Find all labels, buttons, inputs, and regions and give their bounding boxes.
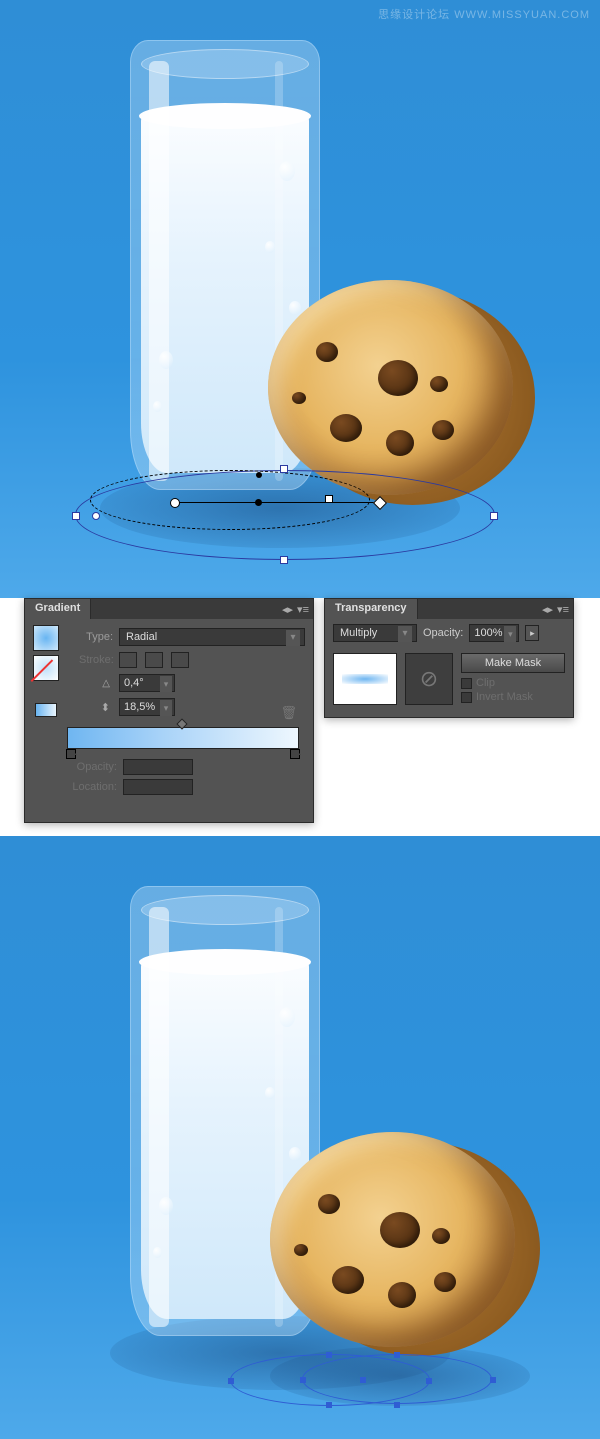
- water-drop: [279, 161, 295, 181]
- opacity-slider-icon[interactable]: ▸: [525, 625, 539, 641]
- anchor-point[interactable]: [490, 512, 498, 520]
- choc-chip: [432, 420, 454, 440]
- gradient-tab[interactable]: Gradient: [25, 599, 91, 619]
- choc-chip: [434, 1272, 456, 1292]
- clip-checkbox[interactable]: [461, 678, 472, 689]
- delete-stop-icon[interactable]: 🗑: [280, 705, 297, 721]
- mask-thumbnail-empty[interactable]: ⊘: [405, 653, 453, 705]
- water-drop: [265, 1087, 275, 1099]
- gradient-type-select[interactable]: Radial: [119, 628, 305, 646]
- artboard-top: 思缘设计论坛 WWW.MISSYUAN.COM: [0, 0, 600, 598]
- transparency-panel: Transparency ◂▸ ▾≡ Multiply Opacity: 100…: [324, 598, 574, 718]
- choc-chip: [316, 342, 338, 362]
- gradient-ramp[interactable]: [67, 727, 299, 749]
- selected-ellipse-2[interactable]: [302, 1354, 492, 1404]
- anchor-point[interactable]: [326, 1402, 332, 1408]
- stroke-mode-1-icon[interactable]: [119, 652, 137, 668]
- water-drop: [289, 1147, 301, 1161]
- choc-chip: [380, 1212, 420, 1248]
- stroke-mode-2-icon[interactable]: [145, 652, 163, 668]
- angle-input[interactable]: 0,4°: [119, 674, 175, 692]
- cookie-front: [268, 280, 513, 495]
- stroke-mode-3-icon[interactable]: [171, 652, 189, 668]
- panel-menu-icon[interactable]: ▾≡: [557, 603, 569, 616]
- anchor-point[interactable]: [490, 1377, 496, 1383]
- choc-chip: [330, 414, 362, 442]
- gradient-stop-left[interactable]: [66, 749, 76, 759]
- panels-area: Gradient ◂▸ ▾≡ Type: Radial Stroke:: [0, 598, 600, 830]
- gradient-annotator[interactable]: [175, 498, 380, 508]
- transparency-tab[interactable]: Transparency: [325, 599, 418, 619]
- gradient-panel: Gradient ◂▸ ▾≡ Type: Radial Stroke:: [24, 598, 314, 823]
- make-mask-button[interactable]: Make Mask: [461, 653, 565, 673]
- artboard-bottom: [0, 836, 600, 1439]
- water-drop: [153, 401, 162, 412]
- aspect-input[interactable]: 18,5%: [119, 698, 175, 716]
- panel-collapse-icon[interactable]: ◂▸: [282, 603, 293, 616]
- watermark-text: 思缘设计论坛 WWW.MISSYUAN.COM: [378, 6, 590, 22]
- water-drop: [153, 1247, 162, 1258]
- anchor-point[interactable]: [394, 1352, 400, 1358]
- anchor-point[interactable]: [280, 465, 288, 473]
- opacity-input[interactable]: 100%: [469, 624, 519, 642]
- anchor-point[interactable]: [426, 1378, 432, 1384]
- stroke-label: Stroke:: [79, 654, 113, 666]
- choc-chip: [430, 376, 448, 392]
- fill-swatch[interactable]: [33, 625, 59, 651]
- gradient-midpoint-handle[interactable]: [255, 499, 262, 506]
- choc-chip: [378, 360, 418, 396]
- anchor-point[interactable]: [326, 1352, 332, 1358]
- panel-tabbar: Transparency ◂▸ ▾≡: [325, 599, 573, 619]
- center-point[interactable]: [360, 1377, 366, 1383]
- panel-tabbar: Gradient ◂▸ ▾≡: [25, 599, 313, 619]
- choc-chip: [432, 1228, 450, 1244]
- choc-chip: [318, 1194, 340, 1214]
- direction-handle[interactable]: [92, 512, 100, 520]
- anchor-point[interactable]: [228, 1378, 234, 1384]
- gradient-midpoint-diamond[interactable]: [177, 718, 188, 729]
- reverse-gradient-icon[interactable]: [35, 703, 61, 723]
- angle-icon: [79, 677, 113, 689]
- water-drop: [265, 241, 275, 253]
- stop-opacity-input[interactable]: [123, 759, 193, 775]
- control-dot[interactable]: [256, 472, 262, 478]
- blend-mode-select[interactable]: Multiply: [333, 624, 417, 642]
- location-label: Location:: [67, 781, 117, 793]
- water-drop: [279, 1007, 295, 1027]
- choc-chip: [292, 392, 306, 404]
- water-drop: [289, 301, 301, 315]
- artwork-thumbnail[interactable]: [333, 653, 397, 705]
- choc-chip: [386, 430, 414, 456]
- stroke-swatch[interactable]: [33, 655, 59, 681]
- cookie-front: [270, 1132, 515, 1347]
- anchor-point[interactable]: [72, 512, 80, 520]
- anchor-point[interactable]: [280, 556, 288, 564]
- choc-chip: [332, 1266, 364, 1294]
- water-drop: [159, 1197, 173, 1215]
- type-label: Type:: [79, 631, 113, 643]
- clip-label: Clip: [476, 677, 495, 689]
- opacity-label: Opacity:: [67, 761, 117, 773]
- choc-chip: [294, 1244, 308, 1256]
- invert-mask-label: Invert Mask: [476, 691, 533, 703]
- anchor-point[interactable]: [394, 1402, 400, 1408]
- gradient-stop-right[interactable]: [290, 749, 300, 759]
- panel-menu-icon[interactable]: ▾≡: [297, 603, 309, 616]
- gradient-origin-handle[interactable]: [170, 498, 180, 508]
- gradient-slider-handle[interactable]: [325, 495, 333, 503]
- anchor-point[interactable]: [300, 1377, 306, 1383]
- glass-highlight-1: [149, 907, 169, 1327]
- water-drop: [159, 351, 173, 369]
- panel-collapse-icon[interactable]: ◂▸: [542, 603, 553, 616]
- invert-mask-checkbox[interactable]: [461, 692, 472, 703]
- opacity-label: Opacity:: [423, 627, 463, 639]
- choc-chip: [388, 1282, 416, 1308]
- glass-highlight-1: [149, 61, 169, 481]
- aspect-icon: [79, 701, 113, 714]
- stop-location-input[interactable]: [123, 779, 193, 795]
